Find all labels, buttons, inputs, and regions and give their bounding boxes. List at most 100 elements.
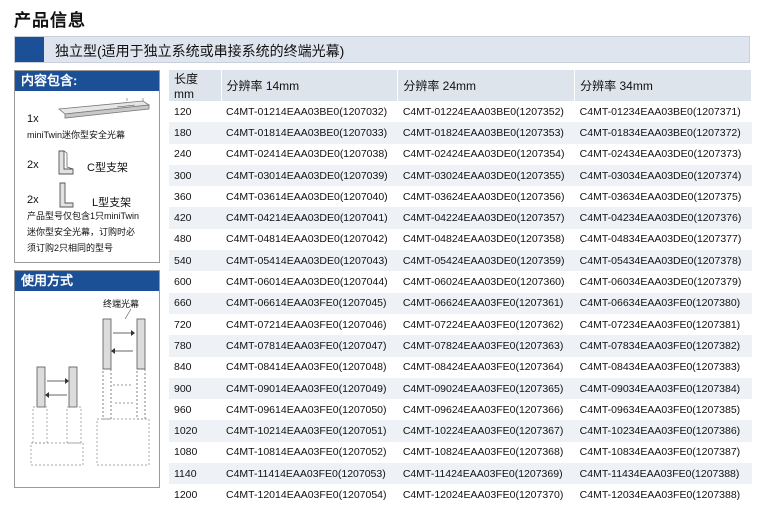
l-bracket-icon <box>59 182 74 208</box>
model-cell: C4MT-05424EAA03DE0(1207359) <box>397 250 575 272</box>
table-row: 240 C4MT-02414EAA03DE0(1207038) C4MT-02424… <box>169 144 752 165</box>
model-cell: C4MT-06024EAA03DE0(1207360) <box>402 276 565 289</box>
length-cell: 540 <box>169 250 221 272</box>
usage-diagram <box>30 308 150 466</box>
length-cell: 180 <box>169 122 221 144</box>
model-cell: C4MT-02434EAA03DE0(1207373) <box>579 148 742 161</box>
model-cell: C4MT-07814EAA03FE0(1207047) <box>221 335 398 357</box>
table-row: 300 C4MT-03014EAA03DE0(1207039) C4MT-03024… <box>169 164 752 187</box>
section-header: 独立型(适用于独立系统或串接系统的终端光幕) <box>14 36 750 63</box>
table-row: 900 C4MT-09014EAA03FE0(1207049) C4MT-09024… <box>169 377 752 400</box>
column-header: 分辨率 14mm <box>221 70 399 101</box>
model-cell: C4MT-01814EAA03BE0(1207033) <box>221 122 398 144</box>
model-cell: C4MT-01214EAA03BE0(1207032) <box>226 105 388 118</box>
model-cell: C4MT-09034EAA03FE0(1207384) <box>574 377 752 400</box>
column-header: 长度mm <box>169 70 222 101</box>
model-cell: C4MT-11434EAA03FE0(1207388) <box>574 463 752 485</box>
table-row: 360 C4MT-03614EAA03DE0(1207040) C4MT-03624… <box>169 186 752 207</box>
model-cell: C4MT-07824EAA03FE0(1207363) <box>397 335 575 357</box>
model-cell: C4MT-11414EAA03FE0(1207053) <box>221 463 398 485</box>
length-cell: 960 <box>174 403 192 416</box>
length-cell: 480 <box>174 233 192 246</box>
item1-qty: 1x <box>27 113 39 125</box>
item2-label: C型支架 <box>87 162 128 174</box>
model-cell: C4MT-07224EAA03FE0(1207362) <box>402 318 564 331</box>
model-cell: C4MT-06624EAA03FE0(1207361) <box>397 292 575 314</box>
length-cell: 660 <box>169 292 221 314</box>
length-cell: 780 <box>169 335 221 357</box>
model-cell: C4MT-01234EAA03BE0(1207371) <box>579 105 741 118</box>
table-row: 600 C4MT-06014EAA03DE0(1207044) C4MT-06024… <box>169 271 752 292</box>
model-cell: C4MT-08434EAA03FE0(1207383) <box>579 361 741 374</box>
model-cell: C4MT-03024EAA03DE0(1207355) <box>397 164 575 187</box>
model-cell: C4MT-06614EAA03FE0(1207045) <box>221 292 398 314</box>
table-row: 480 C4MT-04814EAA03DE0(1207042) C4MT-04824… <box>169 229 752 250</box>
length-cell: 300 <box>169 164 221 187</box>
model-cell: C4MT-05414EAA03DE0(1207043) <box>221 250 398 272</box>
c-bracket-icon <box>58 150 74 175</box>
model-cell: C4MT-08414EAA03FE0(1207048) <box>226 361 387 374</box>
model-cell: C4MT-10814EAA03FE0(1207052) <box>226 446 387 459</box>
model-cell: C4MT-04814EAA03DE0(1207042) <box>226 233 388 246</box>
model-cell: C4MT-04834EAA03DE0(1207377) <box>579 233 742 246</box>
section-title: 独立型(适用于独立系统或串接系统的终端光幕) <box>55 43 345 59</box>
length-cell: 900 <box>169 377 221 400</box>
model-cell: C4MT-10234EAA03FE0(1207386) <box>574 420 752 442</box>
length-cell: 1080 <box>174 446 198 459</box>
note-line1: 产品型号仅包含1只miniTwin <box>27 211 140 221</box>
table-row: 840 C4MT-08414EAA03FE0(1207048) C4MT-08424… <box>169 357 752 378</box>
model-cell: C4MT-10834EAA03FE0(1207387) <box>579 446 741 459</box>
model-cell: C4MT-12024EAA03FE0(1207370) <box>402 488 564 501</box>
length-cell: 1020 <box>169 420 221 442</box>
model-cell: C4MT-04824EAA03DE0(1207358) <box>402 233 565 246</box>
model-cell: C4MT-04234EAA03DE0(1207376) <box>574 207 752 229</box>
table-row: 960 C4MT-09614EAA03FE0(1207050) C4MT-09624… <box>169 399 752 420</box>
contents-panel: 内容包含: 1x miniTwin迷你型安全光幕 2x C型支架 2x L型支架… <box>14 70 160 263</box>
table-header-row: 长度mm 分辨率 14mm 分辨率 24mm 分辨率 34mm <box>169 70 752 101</box>
model-cell: C4MT-01224EAA03BE0(1207352) <box>402 105 564 118</box>
item1-label: miniTwin迷你型安全光幕 <box>27 130 126 140</box>
model-cell: C4MT-10824EAA03FE0(1207368) <box>402 446 564 459</box>
table-row: 420 C4MT-04214EAA03DE0(1207041) C4MT-04224… <box>169 207 752 229</box>
model-cell: C4MT-03624EAA03DE0(1207356) <box>402 190 565 203</box>
model-cell: C4MT-10214EAA03FE0(1207051) <box>221 420 398 442</box>
model-cell: C4MT-12014EAA03FE0(1207054) <box>226 488 387 501</box>
table-row: 720 C4MT-07214EAA03FE0(1207046) C4MT-07224… <box>169 314 752 335</box>
note-line2: 迷你型安全光幕，订购时必 <box>27 227 136 237</box>
length-cell: 840 <box>174 361 192 374</box>
length-cell: 600 <box>174 276 192 289</box>
model-cell: C4MT-02414EAA03DE0(1207038) <box>226 148 388 161</box>
model-cell: C4MT-01824EAA03BE0(1207353) <box>397 122 575 144</box>
model-cell: C4MT-01834EAA03BE0(1207372) <box>574 122 752 144</box>
model-cell: C4MT-09014EAA03FE0(1207049) <box>221 377 398 400</box>
column-header: 分辨率 34mm <box>574 70 752 101</box>
usage-panel: 使用方式 终端光幕 <box>14 270 160 488</box>
length-cell: 240 <box>174 148 192 161</box>
model-cell: C4MT-06634EAA03FE0(1207380) <box>574 292 752 314</box>
item3-qty: 2x <box>27 194 39 206</box>
item3-label: L型支架 <box>92 197 132 209</box>
table-row: 1080 C4MT-10814EAA03FE0(1207052) C4MT-1082… <box>169 442 752 463</box>
length-cell: 420 <box>169 207 221 229</box>
length-cell: 120 <box>174 105 192 118</box>
model-cell: C4MT-09024EAA03FE0(1207365) <box>397 377 575 400</box>
model-cell: C4MT-03034EAA03DE0(1207374) <box>574 164 752 187</box>
table-row: 1140 C4MT-11414EAA03FE0(1207053) C4MT-1142… <box>169 463 752 485</box>
model-cell: C4MT-02424EAA03DE0(1207354) <box>402 148 565 161</box>
light-curtain-image <box>58 98 151 119</box>
item2-qty: 2x <box>27 159 39 171</box>
model-cell: C4MT-09634EAA03FE0(1207385) <box>579 403 741 416</box>
model-cell: C4MT-03614EAA03DE0(1207040) <box>226 190 388 203</box>
table-row: 540 C4MT-05414EAA03DE0(1207043) C4MT-05424… <box>169 250 752 272</box>
table-row: 1020 C4MT-10214EAA03FE0(1207051) C4MT-1022… <box>169 420 752 442</box>
model-cell: C4MT-09624EAA03FE0(1207366) <box>402 403 564 416</box>
length-cell: 360 <box>174 190 192 203</box>
model-cell: C4MT-12034EAA03FE0(1207388) <box>579 488 741 501</box>
table-row: 120 C4MT-01214EAA03BE0(1207032) C4MT-01224… <box>169 101 752 122</box>
model-cell: C4MT-10224EAA03FE0(1207367) <box>397 420 575 442</box>
model-cell: C4MT-06014EAA03DE0(1207044) <box>226 276 388 289</box>
page-title: 产品信息 <box>14 11 86 30</box>
model-cell: C4MT-04214EAA03DE0(1207041) <box>221 207 398 229</box>
contents-heading: 内容包含: <box>15 71 159 91</box>
model-table: 长度mm 分辨率 14mm 分辨率 24mm 分辨率 34mm 120 C4MT-012… <box>169 70 752 506</box>
